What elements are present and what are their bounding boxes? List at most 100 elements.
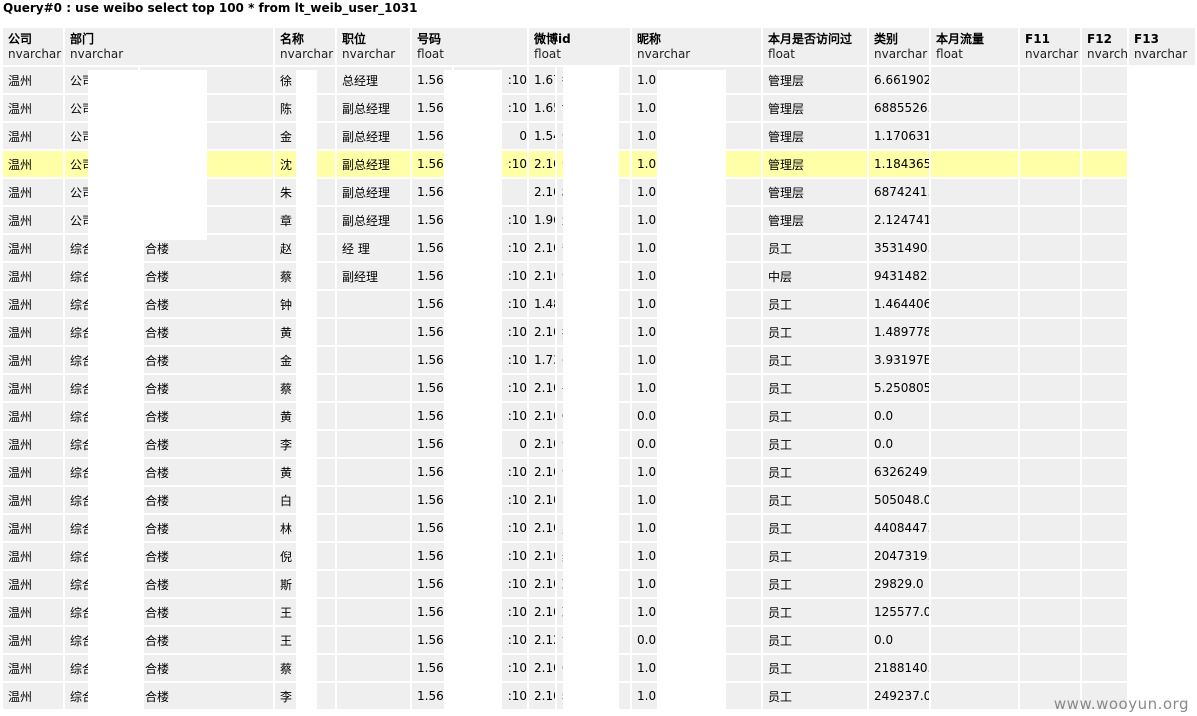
cell-traffic[interactable]: 2188140.0 bbox=[869, 655, 932, 683]
cell-company[interactable]: 温州 bbox=[3, 655, 65, 683]
cell-f11[interactable] bbox=[931, 431, 1021, 459]
cell-category[interactable]: 员工 bbox=[763, 291, 870, 319]
cell-company[interactable]: 温州 bbox=[3, 263, 65, 291]
cell-weibo-id[interactable]: 2.106 bbox=[529, 375, 558, 403]
cell-weibo-id[interactable]: 1.542 bbox=[529, 123, 558, 151]
cell-category[interactable]: 员工 bbox=[763, 235, 870, 263]
cell-office[interactable]: 合楼 bbox=[140, 431, 276, 459]
cell-f13[interactable] bbox=[1082, 95, 1130, 123]
cell-f13[interactable] bbox=[1082, 235, 1130, 263]
cell-traffic[interactable]: 5.2508056E7 bbox=[869, 375, 932, 403]
cell-f13[interactable] bbox=[1082, 431, 1130, 459]
cell-f13[interactable] bbox=[1082, 515, 1130, 543]
cell-f11[interactable] bbox=[931, 235, 1021, 263]
cell-weibo-id[interactable]: 2.106 bbox=[529, 403, 558, 431]
cell-category[interactable]: 员工 bbox=[763, 487, 870, 515]
cell-position[interactable] bbox=[337, 459, 413, 487]
cell-position[interactable] bbox=[337, 683, 413, 711]
cell-f12[interactable] bbox=[1020, 375, 1083, 403]
cell-position[interactable]: 经 理 bbox=[337, 235, 413, 263]
cell-f11[interactable] bbox=[931, 487, 1021, 515]
column-header-f13[interactable]: F13 nvarchar bbox=[1129, 28, 1197, 67]
cell-category[interactable]: 员工 bbox=[763, 599, 870, 627]
cell-f11[interactable] bbox=[931, 459, 1021, 487]
cell-office[interactable]: 合楼 bbox=[140, 291, 276, 319]
column-header-nickname[interactable]: 昵称 nvarchar bbox=[632, 28, 764, 67]
cell-company[interactable]: 温州 bbox=[3, 179, 65, 207]
column-header-category[interactable]: 类别 nvarchar bbox=[869, 28, 932, 67]
cell-f13[interactable] bbox=[1082, 627, 1130, 655]
cell-f12[interactable] bbox=[1020, 487, 1083, 515]
cell-traffic[interactable]: 3531490.0 bbox=[869, 235, 932, 263]
cell-category[interactable]: 员工 bbox=[763, 571, 870, 599]
cell-traffic[interactable]: 1.4897789E7 bbox=[869, 319, 932, 347]
cell-weibo-id[interactable]: 2.106 bbox=[529, 179, 558, 207]
cell-weibo-id[interactable]: 2.106 bbox=[529, 571, 558, 599]
cell-position[interactable] bbox=[337, 655, 413, 683]
cell-position[interactable] bbox=[337, 515, 413, 543]
cell-f12[interactable] bbox=[1020, 263, 1083, 291]
cell-f12[interactable] bbox=[1020, 291, 1083, 319]
cell-weibo-id[interactable]: 2.106 bbox=[529, 683, 558, 711]
cell-office[interactable]: 合楼 bbox=[140, 571, 276, 599]
cell-f13[interactable] bbox=[1082, 655, 1130, 683]
cell-position[interactable]: 副总经理 bbox=[337, 95, 413, 123]
cell-weibo-id[interactable]: 2.106 bbox=[529, 515, 558, 543]
cell-position[interactable]: 副经理 bbox=[337, 263, 413, 291]
cell-category[interactable]: 管理层 bbox=[763, 67, 870, 95]
cell-f11[interactable] bbox=[931, 375, 1021, 403]
cell-f13[interactable] bbox=[1082, 403, 1130, 431]
column-header-name[interactable]: 名称 nvarchar bbox=[275, 28, 338, 67]
cell-traffic[interactable]: 0.0 bbox=[869, 627, 932, 655]
cell-f11[interactable] bbox=[931, 683, 1021, 711]
cell-category[interactable]: 员工 bbox=[763, 515, 870, 543]
cell-category[interactable]: 员工 bbox=[763, 627, 870, 655]
cell-f13[interactable] bbox=[1082, 459, 1130, 487]
column-header-position[interactable]: 职位 nvarchar bbox=[337, 28, 413, 67]
cell-f13[interactable] bbox=[1082, 375, 1130, 403]
cell-f13[interactable] bbox=[1082, 263, 1130, 291]
cell-f12[interactable] bbox=[1020, 431, 1083, 459]
column-header-company[interactable]: 公司 nvarchar bbox=[3, 28, 65, 67]
cell-position[interactable]: 总经理 bbox=[337, 67, 413, 95]
cell-position[interactable] bbox=[337, 627, 413, 655]
cell-office[interactable]: 合楼 bbox=[140, 515, 276, 543]
cell-position[interactable]: 副总经理 bbox=[337, 123, 413, 151]
cell-category[interactable]: 员工 bbox=[763, 403, 870, 431]
cell-f12[interactable] bbox=[1020, 347, 1083, 375]
cell-position[interactable] bbox=[337, 319, 413, 347]
cell-category[interactable]: 员工 bbox=[763, 459, 870, 487]
cell-f12[interactable] bbox=[1020, 571, 1083, 599]
column-header-phone[interactable]: 号码 float bbox=[412, 28, 530, 67]
cell-position[interactable] bbox=[337, 431, 413, 459]
cell-f11[interactable] bbox=[931, 599, 1021, 627]
cell-f13[interactable] bbox=[1082, 487, 1130, 515]
cell-company[interactable]: 温州 bbox=[3, 543, 65, 571]
cell-f13[interactable] bbox=[1082, 123, 1130, 151]
cell-weibo-id[interactable]: 1.966 bbox=[529, 207, 558, 235]
cell-company[interactable]: 温州 bbox=[3, 123, 65, 151]
cell-position[interactable] bbox=[337, 403, 413, 431]
cell-f12[interactable] bbox=[1020, 179, 1083, 207]
cell-category[interactable]: 员工 bbox=[763, 655, 870, 683]
cell-f11[interactable] bbox=[931, 655, 1021, 683]
column-header-monthly-traffic[interactable]: 本月流量 float bbox=[931, 28, 1021, 67]
cell-traffic[interactable]: 6874241.0 bbox=[869, 179, 932, 207]
column-header-f11[interactable]: F11 nvarchar bbox=[1020, 28, 1083, 67]
cell-company[interactable]: 温州 bbox=[3, 459, 65, 487]
cell-category[interactable]: 员工 bbox=[763, 683, 870, 711]
cell-company[interactable]: 温州 bbox=[3, 235, 65, 263]
cell-company[interactable]: 温州 bbox=[3, 319, 65, 347]
cell-weibo-id[interactable]: 2.106 bbox=[529, 655, 558, 683]
cell-position[interactable] bbox=[337, 347, 413, 375]
cell-traffic[interactable]: 4408447.0 bbox=[869, 515, 932, 543]
cell-f12[interactable] bbox=[1020, 627, 1083, 655]
cell-traffic[interactable]: 1.4644064E7 bbox=[869, 291, 932, 319]
cell-position[interactable]: 副总经理 bbox=[337, 151, 413, 179]
cell-f11[interactable] bbox=[931, 403, 1021, 431]
column-header-weibo-id[interactable]: 微博id float bbox=[529, 28, 633, 67]
cell-weibo-id[interactable]: 2.106 bbox=[529, 151, 558, 179]
cell-company[interactable]: 温州 bbox=[3, 571, 65, 599]
cell-office[interactable]: 合楼 bbox=[140, 319, 276, 347]
cell-f13[interactable] bbox=[1082, 291, 1130, 319]
